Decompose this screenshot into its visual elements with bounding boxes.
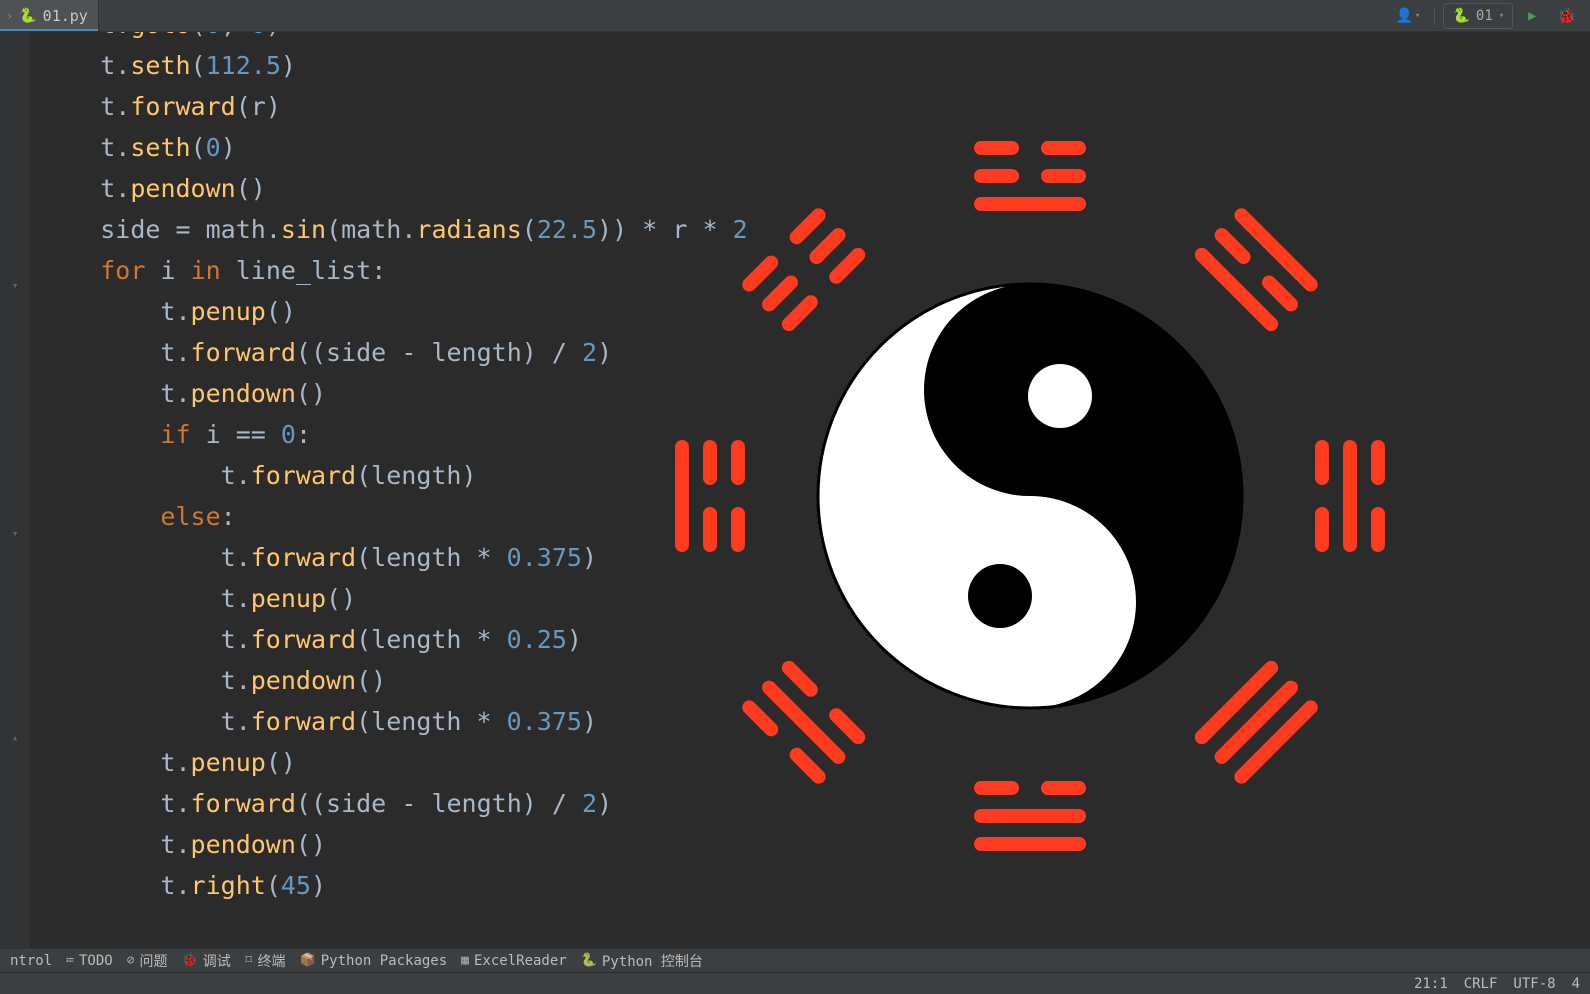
panel-label: 调试 (203, 951, 231, 971)
python-icon: 🐍 (581, 953, 597, 968)
panel-python-packages[interactable]: 📦 Python Packages (300, 953, 448, 969)
python-icon (1452, 8, 1469, 24)
code-with-me-button[interactable]: 👤 (1389, 3, 1426, 29)
panel-label: 问题 (140, 951, 168, 971)
indent-size[interactable]: 4 (1572, 976, 1580, 992)
status-bar: 21:1 CRLF UTF-8 4 (0, 972, 1590, 994)
fold-marker-icon[interactable]: ▴ (8, 732, 22, 746)
fold-marker-icon[interactable]: ▾ (8, 528, 22, 542)
python-file-icon (19, 8, 36, 24)
panel-label: 终端 (258, 951, 286, 971)
run-config-label: 01 (1476, 8, 1493, 24)
bug-icon: 🐞 (182, 953, 198, 968)
panel-label: ExcelReader (474, 953, 567, 969)
package-icon: 📦 (300, 953, 316, 968)
file-tab-label: 01.py (43, 7, 88, 25)
turtle-output-image (660, 126, 1400, 866)
panel-label: Python Packages (321, 953, 447, 969)
bug-icon: 🐞 (1557, 7, 1576, 25)
panel-python-console[interactable]: 🐍 Python 控制台 (581, 951, 703, 971)
toolbar-right: 👤 01 ▾ ▶ 🐞 (1389, 0, 1590, 31)
play-icon: ▶ (1528, 8, 1536, 24)
panel-debug[interactable]: 🐞 调试 (182, 951, 231, 971)
panel-problems[interactable]: ⊘ 问题 (127, 951, 168, 971)
code-editor[interactable]: ▾ ▾ ▴ t.goto(0, 0) t.seth(112.5) t.forwa… (0, 32, 1590, 948)
separator (1434, 7, 1435, 25)
user-icon: 👤 (1395, 8, 1412, 24)
code-area[interactable]: t.goto(0, 0) t.seth(112.5) t.forward(r) … (40, 32, 748, 906)
panel-excel-reader[interactable]: ▦ ExcelReader (461, 953, 567, 969)
run-button[interactable]: ▶ (1517, 3, 1547, 29)
chevron-down-icon: ▾ (1499, 11, 1504, 21)
panel-label: ntrol (10, 953, 52, 969)
caret-position[interactable]: 21:1 (1414, 976, 1448, 992)
editor-gutter[interactable]: ▾ ▾ ▴ (0, 32, 30, 948)
list-icon: ≔ (66, 953, 74, 968)
run-config-selector[interactable]: 01 ▾ (1443, 3, 1513, 29)
line-separator[interactable]: CRLF (1464, 976, 1498, 992)
panel-todo[interactable]: ≔ TODO (66, 953, 113, 969)
panel-label: Python 控制台 (602, 951, 703, 971)
panel-terminal[interactable]: ⌑ 终端 (245, 951, 286, 971)
panel-version-control[interactable]: ntrol (10, 953, 52, 969)
fold-marker-icon[interactable]: ▾ (8, 280, 22, 294)
file-encoding[interactable]: UTF-8 (1513, 976, 1555, 992)
panel-label: TODO (79, 953, 113, 969)
terminal-icon: ⌑ (245, 953, 253, 968)
warning-icon: ⊘ (127, 953, 135, 968)
tab-spacer (99, 0, 1390, 31)
bottom-tool-bar: ntrol ≔ TODO ⊘ 问题 🐞 调试 ⌑ 终端 📦 Python Pac… (0, 948, 1590, 972)
chevron-right-icon: › (6, 9, 13, 23)
debug-button[interactable]: 🐞 (1551, 3, 1582, 29)
excel-icon: ▦ (461, 953, 469, 968)
editor-tab-bar: › 01.py 👤 01 ▾ ▶ 🐞 (0, 0, 1590, 32)
file-tab[interactable]: › 01.py (0, 0, 99, 31)
